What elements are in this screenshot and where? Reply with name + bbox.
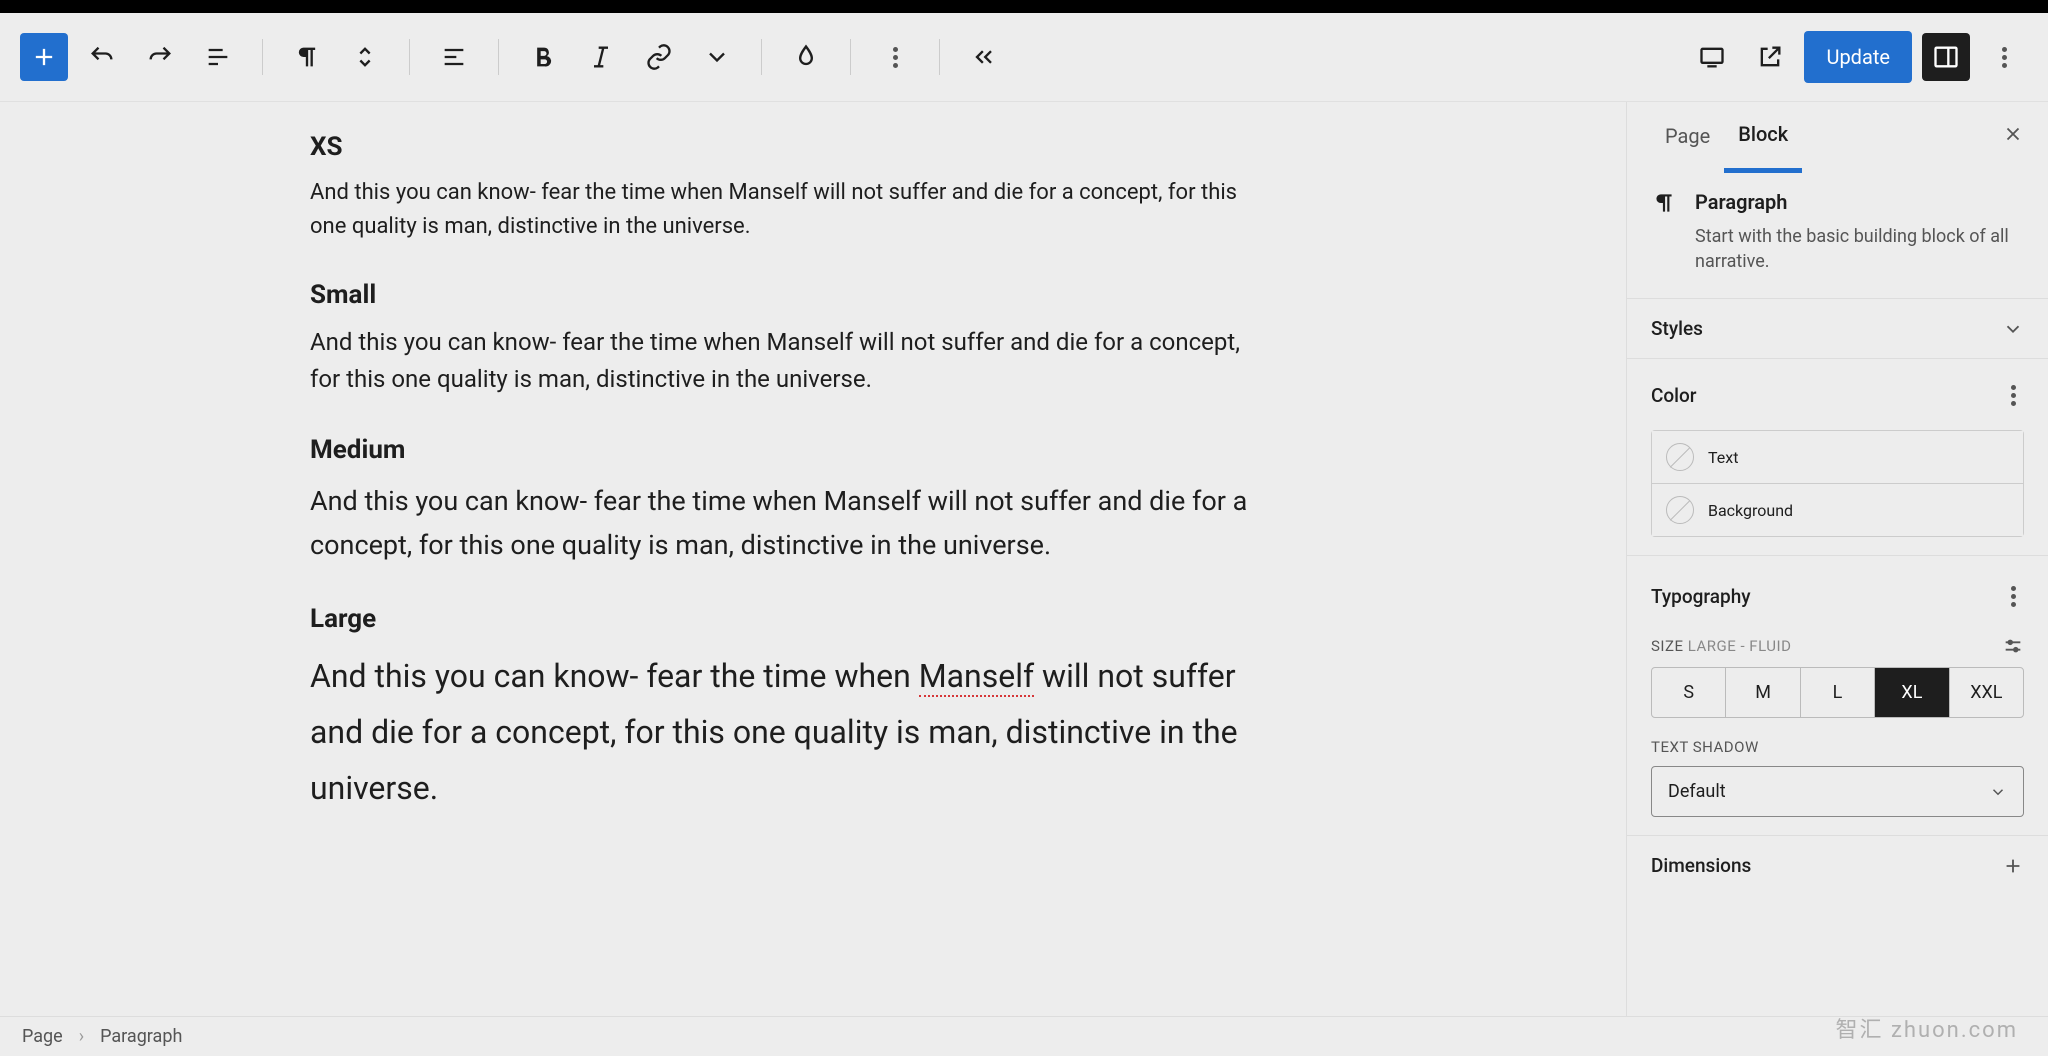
block-description: Start with the basic building block of a… [1695, 224, 2024, 274]
size-label: SIZE [1651, 637, 1684, 655]
typography-options-button[interactable] [2003, 578, 2024, 615]
options-button[interactable] [1980, 33, 2028, 81]
text-shadow-label: TEXT SHADOW [1651, 738, 2024, 756]
paragraph-large[interactable]: And this you can know- fear the time whe… [310, 648, 1270, 816]
italic-button[interactable] [577, 33, 625, 81]
link-button[interactable] [635, 33, 683, 81]
highlight-button[interactable] [782, 33, 830, 81]
editor-canvas[interactable]: XS And this you can know- fear the time … [0, 102, 1626, 1016]
block-title: Paragraph [1695, 190, 2024, 214]
breadcrumb-root[interactable]: Page [22, 1026, 63, 1047]
watermark-text: 智汇 zhuon.com [1836, 1012, 2018, 1044]
styles-panel-toggle[interactable]: Styles [1651, 317, 2024, 340]
paragraph-small[interactable]: And this you can know- fear the time whe… [310, 324, 1270, 398]
size-value: LARGE - FLUID [1688, 637, 1792, 655]
align-button[interactable] [430, 33, 478, 81]
paragraph-icon[interactable] [283, 33, 331, 81]
settings-sidebar-toggle[interactable] [1922, 33, 1970, 81]
move-updown-button[interactable] [341, 33, 389, 81]
redo-button[interactable] [136, 33, 184, 81]
size-selector: S M L XL XXL [1651, 667, 2024, 718]
close-sidebar-button[interactable] [2002, 123, 2024, 149]
heading-xs[interactable]: XS [310, 132, 1270, 162]
bold-button[interactable] [519, 33, 567, 81]
size-s[interactable]: S [1652, 668, 1726, 717]
color-options-button[interactable] [2003, 377, 2024, 414]
settings-sidebar: Page Block Paragraph Start with the basi… [1626, 102, 2048, 1016]
add-block-button[interactable] [20, 33, 68, 81]
size-xl[interactable]: XL [1875, 668, 1949, 717]
dimensions-panel-toggle[interactable]: Dimensions [1651, 854, 2024, 877]
block-options-button[interactable] [871, 33, 919, 81]
chevron-right-icon: › [79, 1026, 84, 1047]
text-color-swatch [1666, 443, 1694, 471]
preview-link-button[interactable] [1746, 33, 1794, 81]
collapse-toolbar-button[interactable] [960, 33, 1008, 81]
breadcrumb-current[interactable]: Paragraph [100, 1026, 182, 1047]
color-panel-title: Color [1651, 384, 1697, 407]
breadcrumb: Page › Paragraph 智汇 zhuon.com [0, 1016, 2048, 1056]
custom-size-icon[interactable] [2002, 635, 2024, 657]
size-m[interactable]: M [1726, 668, 1800, 717]
paragraph-medium[interactable]: And this you can know- fear the time whe… [310, 479, 1270, 568]
background-color-button[interactable]: Background [1651, 484, 2024, 537]
text-shadow-select[interactable]: Default [1651, 766, 2024, 817]
size-xxl[interactable]: XXL [1950, 668, 2023, 717]
typography-panel-title: Typography [1651, 585, 1751, 608]
tab-block[interactable]: Block [1724, 102, 1802, 173]
view-button[interactable] [1688, 33, 1736, 81]
update-button[interactable]: Update [1804, 31, 1912, 83]
tab-page[interactable]: Page [1651, 102, 1724, 170]
main-toolbar: Update [0, 13, 2048, 102]
heading-large[interactable]: Large [310, 604, 1270, 634]
paragraph-block-icon [1651, 190, 1677, 274]
document-overview-button[interactable] [194, 33, 242, 81]
heading-small[interactable]: Small [310, 280, 1270, 310]
heading-medium[interactable]: Medium [310, 435, 1270, 465]
more-format-button[interactable] [693, 33, 741, 81]
text-color-button[interactable]: Text [1651, 430, 2024, 484]
undo-button[interactable] [78, 33, 126, 81]
paragraph-xs[interactable]: And this you can know- fear the time whe… [310, 176, 1270, 244]
size-l[interactable]: L [1801, 668, 1875, 717]
background-color-swatch [1666, 496, 1694, 524]
